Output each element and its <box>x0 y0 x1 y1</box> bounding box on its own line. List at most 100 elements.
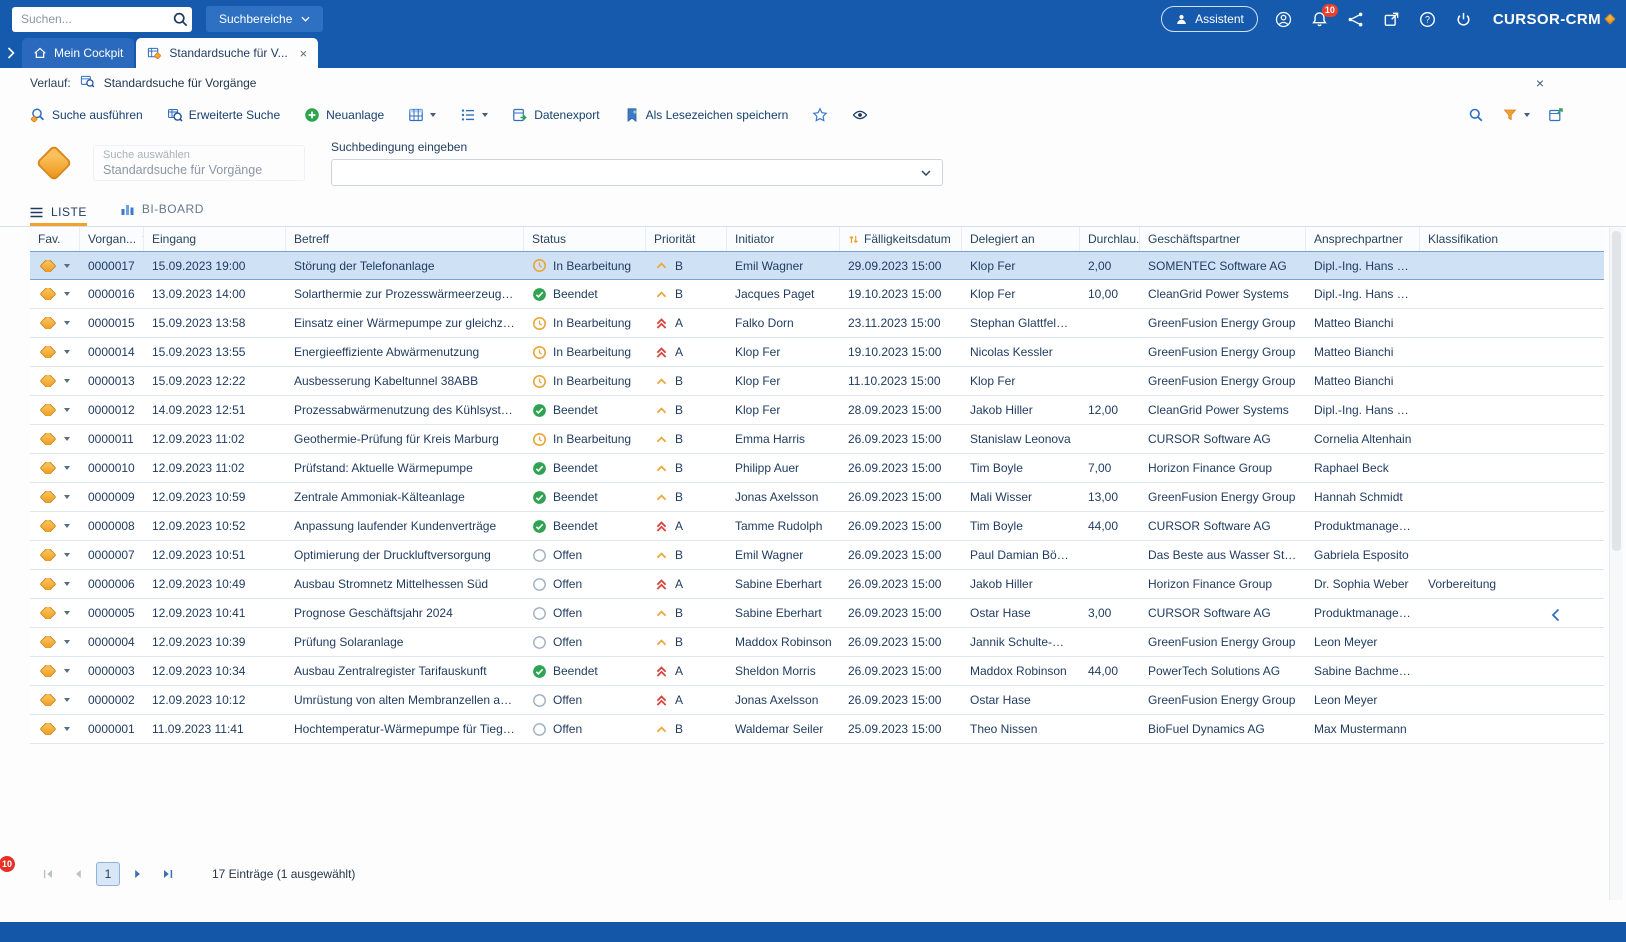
column-header-klassifikation[interactable]: Klassifikation <box>1420 227 1604 251</box>
column-header-vorgang[interactable]: Vorgan... <box>80 227 144 251</box>
column-header-geschaeftspartner[interactable]: Geschäftspartner <box>1140 227 1306 251</box>
favorite-diamond-icon[interactable] <box>39 259 57 272</box>
history-entry[interactable]: Standardsuche für Vorgänge <box>104 76 257 90</box>
current-page[interactable]: 1 <box>96 862 120 886</box>
assistant-button[interactable]: Assistent <box>1161 6 1258 32</box>
table-row[interactable]: 0000012 14.09.2023 12:51 Prozessabwärmen… <box>30 396 1604 425</box>
favorite-diamond-icon[interactable] <box>39 288 57 300</box>
table-layout-button[interactable] <box>408 107 437 123</box>
user-account-icon[interactable] <box>1273 9 1294 30</box>
condition-combobox[interactable] <box>331 159 943 186</box>
search-history-icon[interactable] <box>80 74 95 92</box>
run-search-button[interactable]: Suche ausführen <box>30 107 143 123</box>
help-icon[interactable]: ? <box>1417 9 1438 30</box>
save-bookmark-button[interactable]: Als Lesezeichen speichern <box>624 107 788 123</box>
chevron-down-icon[interactable] <box>64 553 70 557</box>
favorite-diamond-icon[interactable] <box>39 549 57 561</box>
favorite-star-button[interactable] <box>812 107 828 123</box>
table-row[interactable]: 0000005 12.09.2023 10:41 Prognose Geschä… <box>30 599 1604 628</box>
chevron-down-icon[interactable] <box>64 437 70 441</box>
table-row[interactable]: 0000013 15.09.2023 12:22 Ausbesserung Ka… <box>30 367 1604 396</box>
tab-standardsuche-vorgaenge[interactable]: Standardsuche für V... × <box>136 38 319 68</box>
tab-mein-cockpit[interactable]: Mein Cockpit <box>22 38 135 68</box>
open-window-icon[interactable] <box>1381 9 1402 30</box>
visibility-button[interactable] <box>852 107 868 123</box>
chevron-down-icon[interactable] <box>64 495 70 499</box>
favorite-diamond-icon[interactable] <box>39 491 57 503</box>
table-row[interactable]: 0000004 12.09.2023 10:39 Prüfung Solaran… <box>30 628 1604 657</box>
global-search-box[interactable] <box>12 6 192 32</box>
close-icon[interactable]: × <box>1536 75 1544 91</box>
chevron-down-icon[interactable] <box>64 379 70 383</box>
column-header-initiator[interactable]: Initiator <box>727 227 840 251</box>
table-row[interactable]: 0000017 15.09.2023 19:00 Störung der Tel… <box>30 251 1604 280</box>
close-icon[interactable]: × <box>300 47 308 60</box>
first-page-button[interactable] <box>36 862 60 886</box>
share-icon[interactable] <box>1345 9 1366 30</box>
list-layout-button[interactable] <box>460 107 489 123</box>
table-row[interactable]: 0000002 12.09.2023 10:12 Umrüstung von a… <box>30 686 1604 715</box>
previous-page-button[interactable] <box>66 862 90 886</box>
table-row[interactable]: 0000003 12.09.2023 10:34 Ausbau Zentralr… <box>30 657 1604 686</box>
favorite-diamond-icon[interactable] <box>39 694 57 706</box>
filter-button[interactable] <box>1502 107 1530 123</box>
favorite-diamond-icon[interactable] <box>39 404 57 416</box>
chevron-down-icon[interactable] <box>64 350 70 354</box>
table-row[interactable]: 0000014 15.09.2023 13:55 Energieeffizien… <box>30 338 1604 367</box>
favorite-diamond-icon[interactable] <box>39 462 57 474</box>
table-row[interactable]: 0000008 12.09.2023 10:52 Anpassung laufe… <box>30 512 1604 541</box>
next-page-button[interactable] <box>126 862 150 886</box>
column-header-delegiert-an[interactable]: Delegiert an <box>962 227 1080 251</box>
favorite-diamond-icon[interactable] <box>39 723 57 735</box>
data-export-button[interactable]: Datenexport <box>512 107 600 123</box>
chevron-down-icon[interactable] <box>64 292 70 296</box>
favorite-diamond-icon[interactable] <box>39 346 57 358</box>
favorite-diamond-icon[interactable] <box>39 520 57 532</box>
chevron-down-icon[interactable] <box>64 524 70 528</box>
chevron-down-icon[interactable] <box>64 582 70 586</box>
column-header-prioritaet[interactable]: Priorität <box>646 227 727 251</box>
column-header-eingang[interactable]: Eingang <box>144 227 286 251</box>
notifications-bell-icon[interactable]: 10 <box>1309 3 1338 30</box>
search-scope-button[interactable]: Suchbereiche <box>206 6 324 32</box>
scrollbar-thumb[interactable] <box>1612 231 1621 551</box>
favorite-diamond-icon[interactable] <box>39 578 57 590</box>
chevron-down-icon[interactable] <box>64 263 70 268</box>
vertical-scrollbar[interactable] <box>1609 228 1623 900</box>
table-row[interactable]: 0000007 12.09.2023 10:51 Optimierung der… <box>30 541 1604 570</box>
new-record-button[interactable]: Neuanlage <box>304 107 384 123</box>
table-row[interactable]: 0000011 12.09.2023 11:02 Geothermie-Prüf… <box>30 425 1604 454</box>
favorite-diamond-icon[interactable] <box>39 317 57 329</box>
last-page-button[interactable] <box>156 862 180 886</box>
search-select-field[interactable]: Suche auswählen Standardsuche für Vorgän… <box>93 145 305 181</box>
chevron-down-icon[interactable] <box>64 640 70 644</box>
table-row[interactable]: 0000001 11.09.2023 11:41 Hochtemperatur-… <box>30 715 1604 744</box>
tab-liste[interactable]: LISTE <box>30 205 87 226</box>
collapse-panel-chevron-icon[interactable] <box>1551 608 1560 625</box>
column-header-fav[interactable]: Fav. <box>30 227 80 251</box>
chevron-down-icon[interactable] <box>64 727 70 731</box>
column-header-faelligkeitsdatum[interactable]: Fälligkeitsdatum <box>840 227 962 251</box>
chevron-down-icon[interactable] <box>64 408 70 412</box>
tab-bi-board[interactable]: BI-BOARD <box>121 202 204 226</box>
favorite-diamond-icon[interactable] <box>39 433 57 445</box>
favorite-diamond-icon[interactable] <box>39 636 57 648</box>
favorite-diamond-icon[interactable] <box>39 665 57 677</box>
table-row[interactable]: 0000015 15.09.2023 13:58 Einsatz einer W… <box>30 309 1604 338</box>
search-input[interactable] <box>12 12 168 26</box>
column-header-ansprechpartner[interactable]: Ansprechpartner <box>1306 227 1420 251</box>
column-header-status[interactable]: Status <box>524 227 646 251</box>
detach-table-button[interactable] <box>1548 107 1564 123</box>
search-icon[interactable] <box>168 7 192 32</box>
search-in-result-button[interactable] <box>1468 107 1484 123</box>
advanced-search-button[interactable]: Erweiterte Suche <box>167 107 280 123</box>
column-header-betreff[interactable]: Betreff <box>286 227 524 251</box>
chevron-down-icon[interactable] <box>64 611 70 615</box>
table-row[interactable]: 0000009 12.09.2023 10:59 Zentrale Ammoni… <box>30 483 1604 512</box>
chevron-down-icon[interactable] <box>64 321 70 325</box>
tabs-scroll-chevron-icon[interactable] <box>0 38 22 68</box>
chevron-down-icon[interactable] <box>64 669 70 673</box>
column-header-durchlauf[interactable]: Durchlau... <box>1080 227 1140 251</box>
table-row[interactable]: 0000006 12.09.2023 10:49 Ausbau Stromnet… <box>30 570 1604 599</box>
logout-power-icon[interactable] <box>1453 9 1474 30</box>
